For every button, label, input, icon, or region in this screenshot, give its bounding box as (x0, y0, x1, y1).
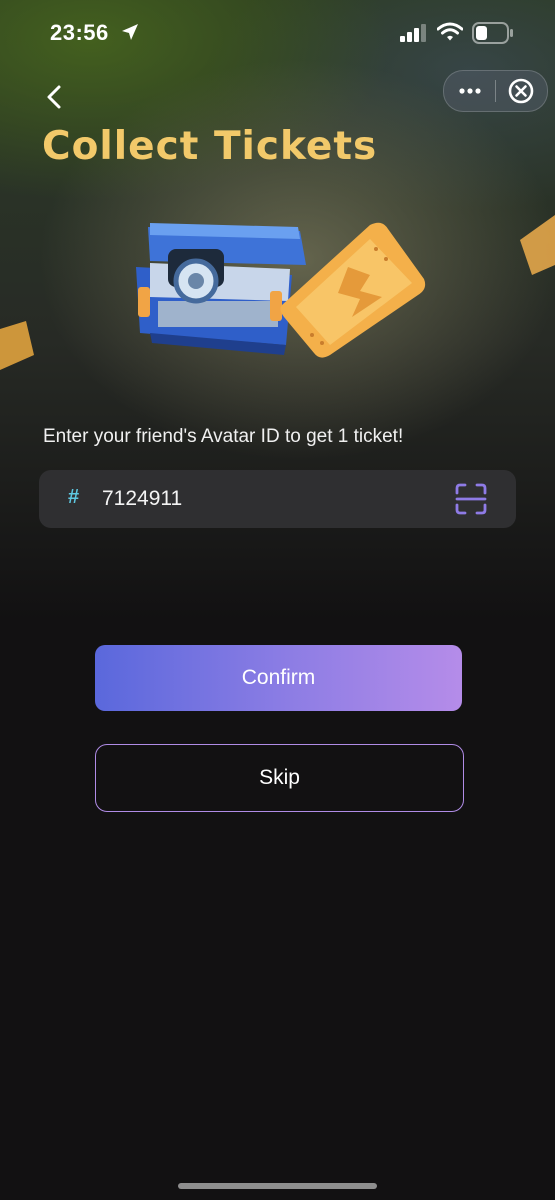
skip-button[interactable]: Skip (95, 744, 464, 812)
wifi-icon (437, 22, 463, 41)
more-dots-icon[interactable] (452, 77, 488, 105)
instruction-text: Enter your friend's Avatar ID to get 1 t… (43, 426, 404, 447)
hero-illustration (0, 215, 555, 370)
battery-icon (472, 22, 513, 44)
circle-close-icon[interactable] (506, 76, 536, 106)
location-arrow-icon (122, 24, 138, 40)
status-time: 23:56 (50, 20, 109, 45)
floating-ticket-right-icon (520, 215, 555, 275)
capsule-divider (495, 80, 496, 102)
hash-icon: # (68, 486, 80, 508)
scan-icon[interactable] (454, 482, 488, 516)
avatar-id-value[interactable]: 7124911 (102, 487, 182, 511)
avatar-id-input[interactable]: # 7124911 (39, 470, 516, 528)
floating-ticket-left-icon (0, 321, 34, 370)
confirm-button[interactable]: Confirm (95, 645, 462, 711)
status-bar: 23:56 (0, 0, 555, 66)
page-title: Collect Tickets (42, 124, 378, 169)
cellular-signal-icon (400, 24, 426, 42)
treasure-chest-icon (136, 223, 306, 355)
back-chevron-icon[interactable] (40, 82, 70, 112)
mini-program-capsule (443, 70, 548, 112)
home-indicator (178, 1183, 377, 1189)
